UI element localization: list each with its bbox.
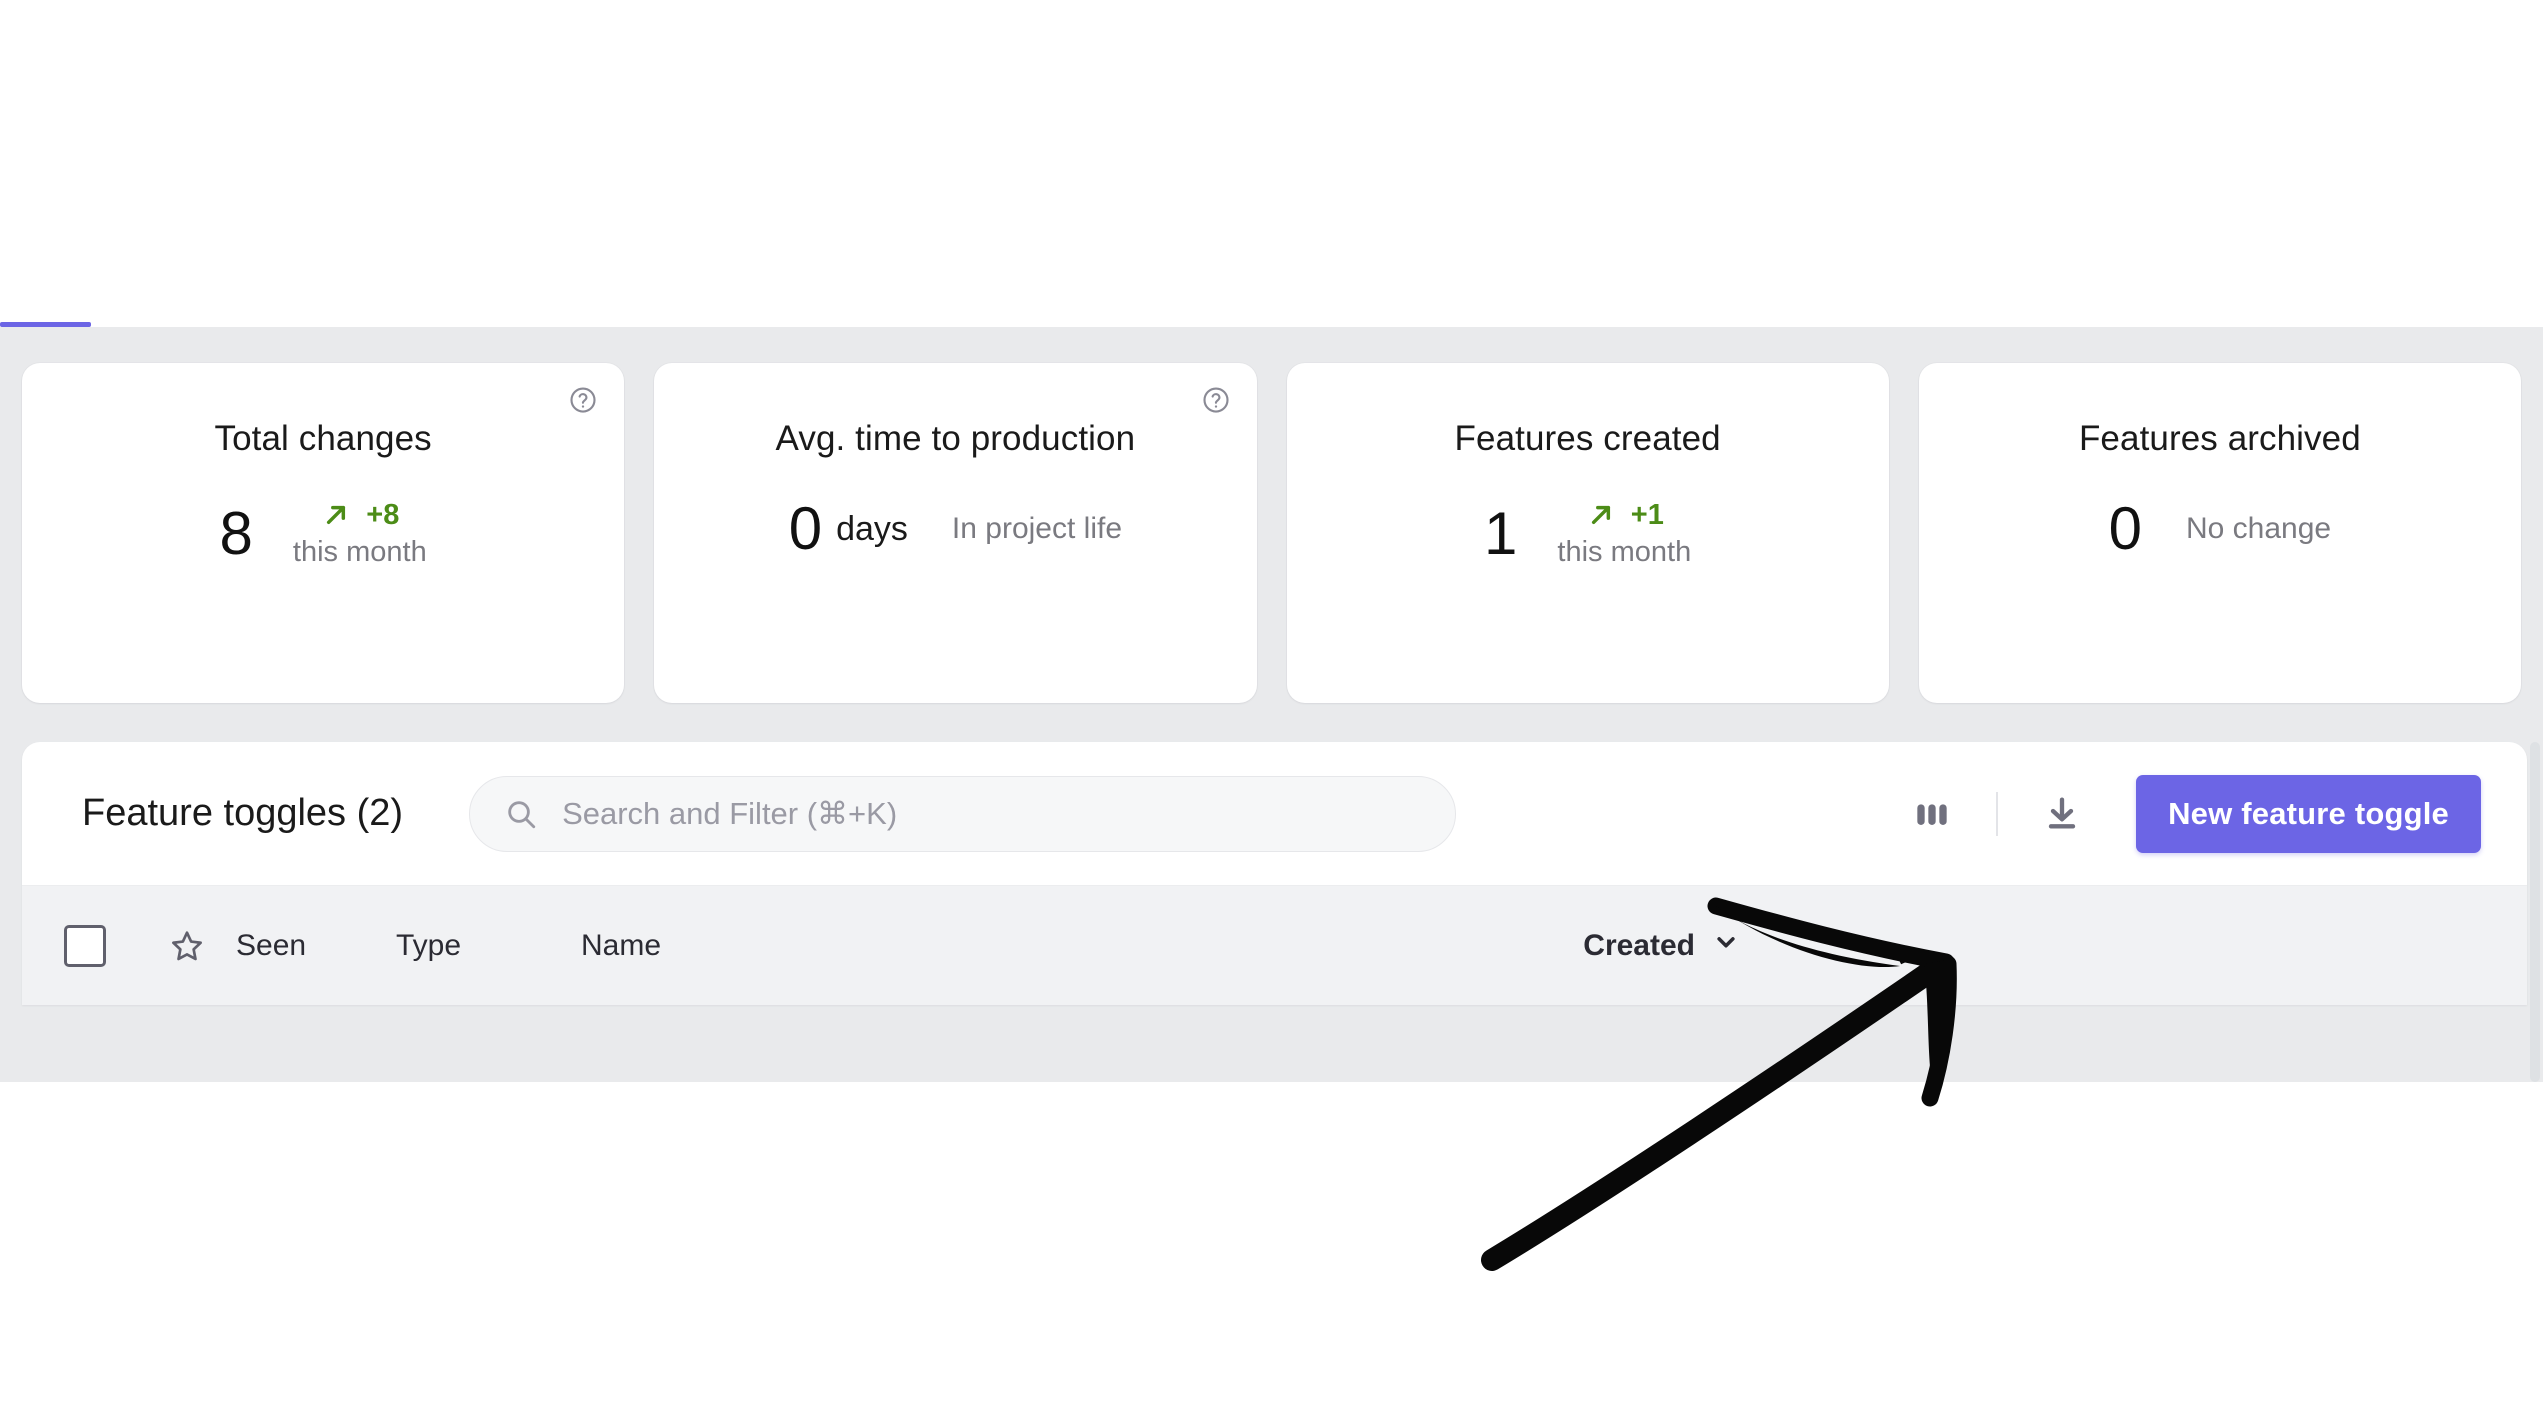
select-all-cell: [22, 924, 148, 967]
toolbar-divider: [1996, 791, 1999, 836]
stat-card-delta-block: +1 this month: [1557, 499, 1691, 569]
star-icon[interactable]: [148, 927, 226, 965]
column-header-created[interactable]: Created: [1583, 927, 1741, 965]
page-top-blank-area: [0, 0, 2543, 322]
stat-card-title: Avg. time to production: [775, 419, 1136, 458]
stat-card-body: 8 +8 this month: [22, 499, 624, 569]
download-icon[interactable]: [2026, 778, 2098, 850]
stat-card-delta-row: +8: [320, 499, 399, 531]
stat-card-body: 0 No change: [1919, 499, 2521, 559]
stats-card-row: Total changes 8 +8 this month Avg. time …: [22, 363, 2521, 703]
stat-card-avg-time-to-production: Avg. time to production 0 days In projec…: [654, 363, 1257, 703]
table-header-row: Seen Type Name Created: [22, 886, 2527, 1005]
toolbar-actions: New feature toggle: [1896, 774, 2481, 853]
column-header-seen[interactable]: Seen: [226, 929, 396, 963]
feature-toggles-panel: Feature toggles (2) Search and Filter (⌘…: [22, 742, 2527, 1005]
stat-card-total-changes: Total changes 8 +8 this month: [22, 363, 625, 703]
stat-card-body: 1 +1 this month: [1287, 499, 1889, 569]
stat-card-delta-row: +1: [1585, 499, 1664, 531]
trend-up-arrow-icon: [1585, 499, 1617, 531]
panel-scrollbar[interactable]: [2527, 742, 2543, 1082]
panel-scrollbar-thumb[interactable]: [2530, 742, 2540, 1082]
panel-toolbar: Feature toggles (2) Search and Filter (⌘…: [22, 742, 2527, 886]
page-title: Feature toggles (2): [82, 792, 404, 834]
stat-card-delta-period: this month: [1557, 536, 1692, 569]
chevron-down-icon: [1711, 927, 1741, 965]
stat-card-value: 8: [219, 499, 253, 567]
column-header-created-label: Created: [1583, 928, 1695, 962]
search-box[interactable]: [469, 775, 1457, 852]
stat-card-value: 0: [788, 495, 823, 562]
new-feature-toggle-button[interactable]: New feature toggle: [2136, 774, 2481, 853]
help-circle-icon[interactable]: [568, 385, 598, 415]
feature-toggles-page: Total changes 8 +8 this month Avg. time …: [0, 0, 2543, 1412]
stat-card-delta-block: +8 this month: [293, 499, 427, 569]
stat-card-body: 0 days In project life: [654, 499, 1256, 559]
stat-card-features-created: Features created 1 +1 this month: [1286, 363, 1889, 703]
stat-card-features-archived: Features archived 0 No change: [1918, 363, 2521, 703]
column-header-name[interactable]: Name: [581, 929, 1583, 963]
help-circle-icon[interactable]: [1201, 385, 1231, 415]
stat-card-title: Features created: [1454, 419, 1721, 458]
trend-up-arrow-icon: [320, 499, 352, 531]
stat-card-title: Features archived: [2078, 419, 2361, 458]
stat-card-subtext: No change: [2186, 512, 2332, 545]
stat-card-title: Total changes: [214, 419, 432, 458]
stat-card-value: 0: [2108, 495, 2142, 562]
stat-card-delta-period: this month: [292, 536, 427, 569]
column-header-type[interactable]: Type: [396, 929, 581, 963]
search-input[interactable]: [562, 795, 1422, 832]
stat-card-value: 1: [1484, 499, 1518, 567]
stat-card-delta-value: +8: [366, 499, 400, 531]
stat-card-subtext: In project life: [951, 512, 1123, 545]
search-icon: [504, 797, 538, 831]
select-all-checkbox[interactable]: [64, 924, 106, 967]
columns-icon[interactable]: [1896, 778, 1968, 850]
stat-card-unit: days: [836, 509, 908, 548]
stat-card-delta-value: +1: [1630, 499, 1664, 531]
